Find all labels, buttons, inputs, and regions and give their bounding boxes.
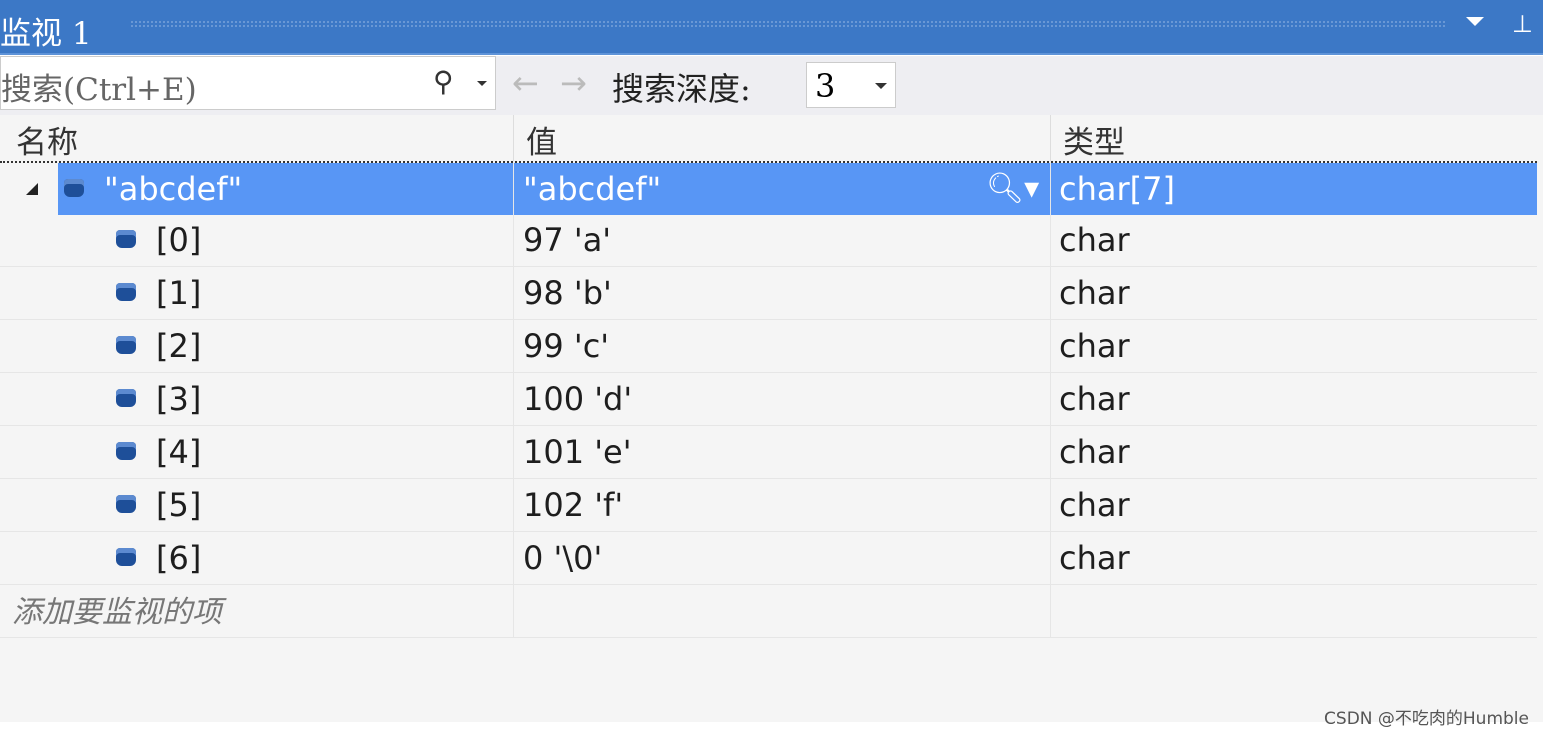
watch-window-titlebar: 监视 1 ⊥ <box>0 0 1543 55</box>
name-cell: [6] <box>0 532 514 584</box>
forward-arrow-icon[interactable]: → <box>560 64 587 102</box>
search-icon[interactable]: ⚲ <box>433 65 454 98</box>
variable-name: [4] <box>156 433 202 471</box>
variable-name: [0] <box>156 221 202 259</box>
collapse-triangle-icon[interactable] <box>26 183 38 195</box>
type-cell: char[7] <box>1051 163 1537 215</box>
type-cell: char <box>1051 426 1537 478</box>
name-cell: [4] <box>0 426 514 478</box>
type-cell: char <box>1051 214 1537 266</box>
watch-row[interactable]: "abcdef" "abcdef" 🔍︎▾ char[7] <box>0 161 1537 215</box>
variable-icon <box>116 495 136 513</box>
column-header-value[interactable]: 值 <box>514 115 1051 161</box>
variable-name: [1] <box>156 274 202 312</box>
name-cell: [2] <box>0 320 514 372</box>
toolbar: 搜索(Ctrl+E) ⚲ ← → 搜索深度: 3 <box>0 56 1543 115</box>
value-cell[interactable]: 98 'b' <box>514 267 1051 319</box>
name-cell: [5] <box>0 479 514 531</box>
watch-row[interactable]: [5] 102 'f' char <box>0 479 1537 532</box>
variable-type: char <box>1059 486 1130 524</box>
variable-type: char <box>1059 380 1130 418</box>
variable-type: char <box>1059 221 1130 259</box>
variable-value: 98 'b' <box>523 274 612 312</box>
variable-type: char <box>1059 327 1130 365</box>
empty-value-cell <box>514 585 1051 637</box>
search-depth-select[interactable]: 3 <box>806 62 896 108</box>
value-cell[interactable]: 99 'c' <box>514 320 1051 372</box>
empty-type-cell <box>1051 585 1537 637</box>
watch-row[interactable]: [4] 101 'e' char <box>0 426 1537 479</box>
variable-type: char <box>1059 433 1130 471</box>
add-watch-placeholder: 添加要监视的项 <box>12 595 222 630</box>
add-watch-row[interactable]: 添加要监视的项 <box>0 585 1537 638</box>
watch-row[interactable]: [0] 97 'a' char <box>0 214 1537 267</box>
variable-type: char <box>1059 539 1130 577</box>
value-cell[interactable]: 101 'e' <box>514 426 1051 478</box>
value-cell[interactable]: 97 'a' <box>514 214 1051 266</box>
variable-value: 99 'c' <box>523 327 610 365</box>
variable-icon <box>116 230 136 248</box>
variable-value: 97 'a' <box>523 221 612 259</box>
variable-icon <box>64 179 84 197</box>
drag-grip[interactable] <box>130 20 1445 29</box>
type-cell: char <box>1051 479 1537 531</box>
name-cell: [0] <box>0 214 514 266</box>
value-cell[interactable]: "abcdef" 🔍︎▾ <box>514 163 1051 215</box>
variable-name: [5] <box>156 486 202 524</box>
variable-type: char <box>1059 274 1130 312</box>
variable-name: [3] <box>156 380 202 418</box>
search-input[interactable]: 搜索(Ctrl+E) ⚲ <box>0 56 496 110</box>
value-cell[interactable]: 0 '\0' <box>514 532 1051 584</box>
watch-row[interactable]: [6] 0 '\0' char <box>0 532 1537 585</box>
variable-name: [2] <box>156 327 202 365</box>
type-cell: char <box>1051 320 1537 372</box>
watch-grid: 名称 值 类型 "abcdef" "abcdef" 🔍︎▾ char[7] [0] 97 … <box>0 115 1543 722</box>
value-cell[interactable]: 102 'f' <box>514 479 1051 531</box>
name-cell: "abcdef" <box>0 163 514 215</box>
search-placeholder: 搜索(Ctrl+E) <box>1 72 197 108</box>
column-header-type[interactable]: 类型 <box>1051 115 1537 161</box>
variable-icon <box>116 442 136 460</box>
add-watch-cell[interactable]: 添加要监视的项 <box>0 585 514 637</box>
back-arrow-icon[interactable]: ← <box>512 64 539 102</box>
chevron-down-icon <box>875 83 887 89</box>
column-header-name[interactable]: 名称 <box>4 115 514 161</box>
watermark: CSDN @不吃肉的Humble <box>1324 709 1529 729</box>
type-cell: char <box>1051 532 1537 584</box>
watch-row[interactable]: [3] 100 'd' char <box>0 373 1537 426</box>
name-cell: [3] <box>0 373 514 425</box>
search-options-dropdown-icon[interactable] <box>477 81 487 86</box>
type-cell: char <box>1051 373 1537 425</box>
variable-name: [6] <box>156 539 202 577</box>
variable-value: "abcdef" <box>523 170 662 208</box>
watch-row[interactable]: [1] 98 'b' char <box>0 267 1537 320</box>
variable-value: 100 'd' <box>523 380 633 418</box>
variable-value: 102 'f' <box>523 486 624 524</box>
variable-icon <box>116 389 136 407</box>
window-title: 监视 1 <box>0 16 92 52</box>
variable-icon <box>116 336 136 354</box>
variable-type: char[7] <box>1059 170 1175 208</box>
type-cell: char <box>1051 267 1537 319</box>
text-visualizer-magnifier-icon[interactable]: 🔍︎▾ <box>986 163 1039 215</box>
value-cell[interactable]: 100 'd' <box>514 373 1051 425</box>
variable-name: "abcdef" <box>104 170 243 208</box>
name-cell: [1] <box>0 267 514 319</box>
search-depth-value: 3 <box>815 67 836 105</box>
variable-icon <box>116 283 136 301</box>
variable-value: 0 '\0' <box>523 539 603 577</box>
variable-value: 101 'e' <box>523 433 632 471</box>
dropdown-arrow-icon[interactable] <box>1466 17 1484 26</box>
watch-row[interactable]: [2] 99 'c' char <box>0 320 1537 373</box>
pin-icon[interactable]: ⊥ <box>1512 10 1533 38</box>
variable-icon <box>116 548 136 566</box>
search-depth-label: 搜索深度: <box>612 70 751 108</box>
